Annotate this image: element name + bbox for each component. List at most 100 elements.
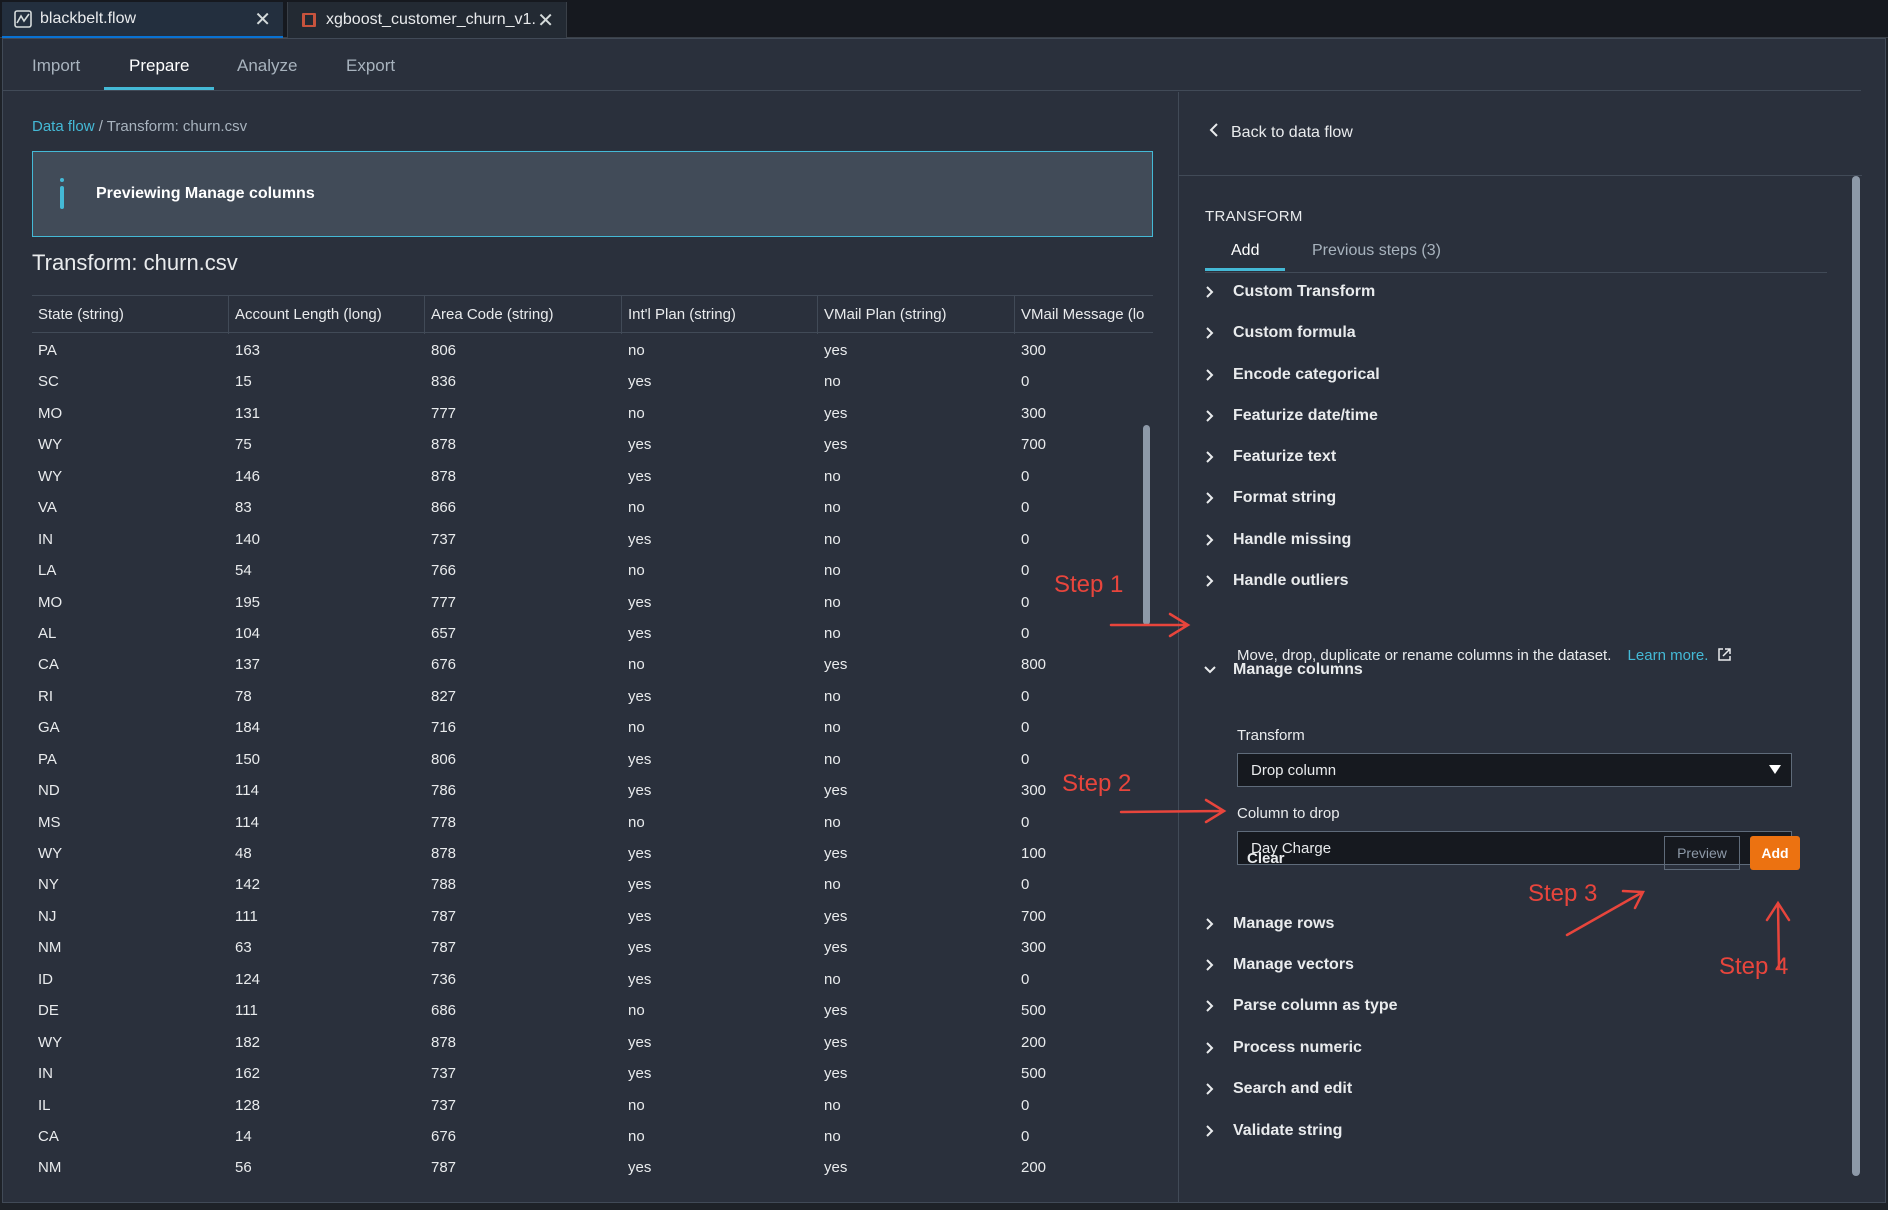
accordion-item[interactable]: Parse column as type [1203, 997, 1398, 1015]
transform-select[interactable]: Drop column [1237, 753, 1792, 787]
table-cell: LA [38, 562, 57, 580]
table-cell: 788 [431, 876, 457, 894]
table-cell: no [628, 562, 645, 580]
accordion-label: Manage vectors [1233, 956, 1354, 973]
table-cell: IN [38, 530, 53, 548]
accordion-item[interactable]: Custom formula [1203, 324, 1356, 342]
accordion-item[interactable]: Process numeric [1203, 1039, 1362, 1057]
accordion-item[interactable]: Format string [1203, 489, 1336, 507]
close-icon[interactable]: ✕ [537, 8, 554, 33]
close-icon[interactable]: ✕ [254, 7, 271, 32]
file-tab-bar: blackbelt.flow ✕ xgboost_customer_churn_… [0, 0, 1888, 38]
table-cell: 142 [235, 876, 261, 894]
table-cell: no [628, 342, 645, 359]
table-cell: 200 [1021, 1033, 1047, 1051]
tab-export[interactable]: Export [346, 56, 395, 76]
chevron-right-icon [1203, 1082, 1217, 1096]
table-scrollbar[interactable] [1143, 425, 1150, 625]
divider [1205, 272, 1827, 273]
accordion-item[interactable]: Manage vectors [1203, 956, 1354, 974]
tab-previous-steps[interactable]: Previous steps (3) [1312, 242, 1441, 260]
table-cell: no [824, 719, 841, 737]
annotation-step-4: Step 4 [1719, 953, 1789, 980]
table-cell: no [628, 404, 645, 422]
add-button[interactable]: Add [1750, 836, 1800, 870]
column-header[interactable]: VMail Plan (string) [818, 296, 1015, 334]
table-cell: no [824, 562, 841, 580]
learn-more-link[interactable]: Learn more. [1628, 647, 1732, 664]
table-cell: MO [38, 404, 63, 422]
chevron-right-icon [1203, 450, 1217, 464]
table-cell: 131 [235, 404, 261, 422]
column-header[interactable]: Area Code (string) [425, 296, 622, 334]
column-header[interactable]: State (string) [32, 296, 229, 334]
table-cell: 0 [1021, 499, 1030, 517]
table-row: ID 124 736 yes no 0 [32, 964, 1153, 995]
table-cell: 15 [235, 373, 252, 391]
back-to-data-flow-button[interactable]: Back to data flow [1209, 122, 1353, 143]
info-icon [60, 178, 64, 210]
table-cell: 63 [235, 939, 252, 957]
table-cell: 878 [431, 436, 457, 454]
table-cell: 787 [431, 939, 457, 957]
panel-scrollbar[interactable] [1852, 176, 1860, 1176]
accordion-item[interactable]: Search and edit [1203, 1080, 1352, 1098]
table-cell: 737 [431, 1096, 457, 1114]
table-cell: 0 [1021, 1096, 1030, 1114]
file-tab-label: blackbelt.flow [40, 10, 137, 27]
table-cell: yes [824, 656, 848, 674]
tab-analyze[interactable]: Analyze [237, 56, 297, 76]
preview-button[interactable]: Preview [1664, 836, 1740, 870]
chevron-right-icon [1203, 533, 1217, 547]
table-cell: 146 [235, 467, 261, 485]
file-tab-xgboost[interactable]: xgboost_customer_churn_v1. ✕ [287, 2, 567, 38]
active-tab-indicator [104, 87, 214, 90]
accordion-item[interactable]: Featurize text [1203, 448, 1336, 466]
table-cell: yes [628, 1065, 652, 1083]
accordion-item[interactable]: Encode categorical [1203, 366, 1380, 384]
accordion-item[interactable]: Custom Transform [1203, 283, 1375, 301]
table-cell: 75 [235, 436, 252, 454]
table-cell: 0 [1021, 970, 1030, 988]
table-cell: yes [824, 907, 848, 925]
table-cell: 806 [431, 750, 457, 768]
file-tab-blackbelt-flow[interactable]: blackbelt.flow ✕ [2, 2, 283, 38]
table-cell: no [628, 499, 645, 517]
annotation-step-2: Step 2 [1062, 770, 1132, 797]
accordion-item[interactable]: Handle missing [1203, 531, 1351, 549]
accordion-item[interactable]: Featurize date/time [1203, 407, 1378, 425]
table-cell: 111 [235, 907, 258, 925]
accordion-item[interactable]: Validate string [1203, 1122, 1342, 1140]
table-cell: NJ [38, 907, 57, 925]
accordion-item[interactable]: Manage rows [1203, 915, 1334, 933]
column-header[interactable]: VMail Message (lo [1015, 296, 1153, 334]
table-cell: yes [628, 593, 652, 611]
table-cell: 777 [431, 593, 457, 611]
table-row: SC 15 836 yes no 0 [32, 366, 1153, 397]
clear-button[interactable]: Clear [1247, 850, 1285, 867]
transform-panel: Back to data flow TRANSFORM Add Previous… [1178, 92, 1862, 1202]
column-header[interactable]: Account Length (long) [229, 296, 425, 334]
tab-add[interactable]: Add [1231, 242, 1259, 260]
annotation-step-1: Step 1 [1054, 571, 1124, 598]
accordion-item[interactable]: Handle outliers [1203, 572, 1349, 590]
tab-prepare[interactable]: Prepare [129, 56, 189, 76]
table-cell: no [824, 687, 841, 705]
chevron-right-icon [1203, 958, 1217, 972]
table-cell: yes [628, 1159, 652, 1177]
manage-columns-description: Move, drop, duplicate or rename columns … [1237, 647, 1732, 664]
accordion-label: Custom Transform [1233, 283, 1376, 300]
table-cell: DE [38, 1002, 59, 1020]
table-cell: yes [824, 939, 848, 957]
table-cell: MS [38, 813, 61, 831]
tab-import[interactable]: Import [32, 56, 80, 76]
table-row: WY 75 878 yes yes 700 [32, 429, 1153, 460]
table-cell: 111 [235, 1002, 258, 1020]
column-header[interactable]: Int'l Plan (string) [622, 296, 818, 334]
table-cell: yes [628, 876, 652, 894]
table-cell: 78 [235, 687, 252, 705]
breadcrumb-data-flow-link[interactable]: Data flow [32, 118, 95, 135]
chevron-right-icon [1203, 285, 1217, 299]
table-cell: yes [824, 782, 848, 800]
table-cell: 48 [235, 845, 252, 862]
